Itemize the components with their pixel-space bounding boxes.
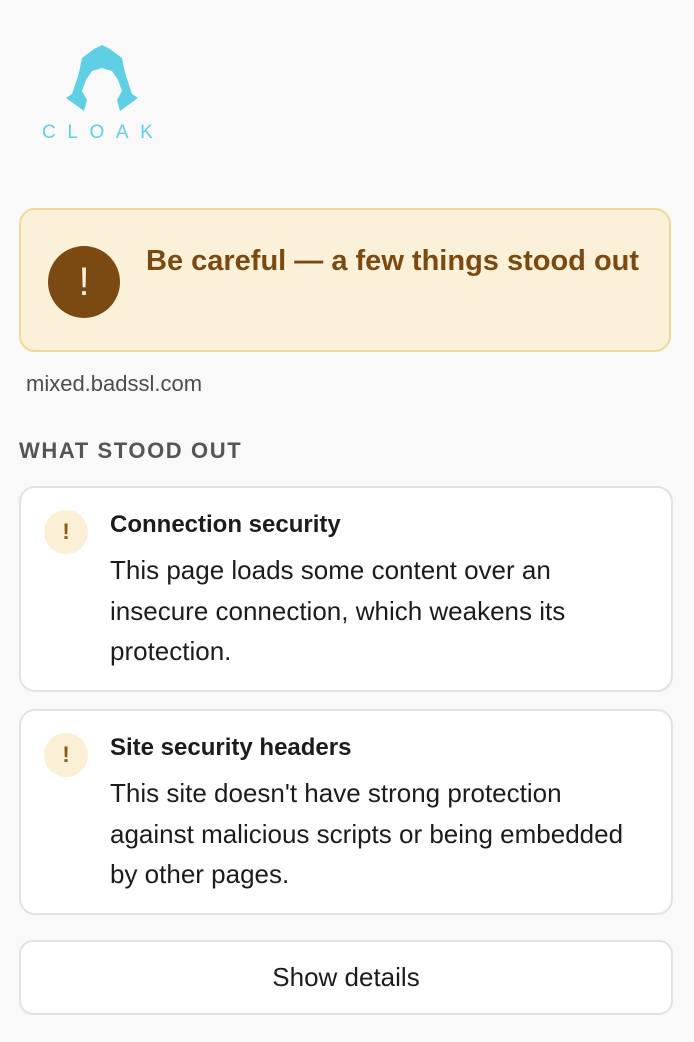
finding-description: This site doesn't have strong protection…: [110, 778, 624, 889]
findings-heading: WHAT STOOD OUT: [19, 438, 243, 463]
exclamation-icon: !: [44, 510, 88, 554]
cloak-logo: CLOAK: [40, 44, 164, 146]
exclamation-icon: !: [48, 246, 120, 318]
exclamation-icon: !: [44, 733, 88, 777]
show-details-button[interactable]: Show details: [19, 940, 673, 1015]
finding-card-connection-security: ! Connection security This page loads so…: [19, 486, 673, 692]
finding-card-security-headers: ! Site security headers This site doesn'…: [19, 709, 673, 915]
finding-title: Connection security: [110, 511, 341, 538]
finding-description: This page loads some content over an ins…: [110, 555, 566, 666]
banner-title: Be careful — a few things stood out: [146, 245, 640, 277]
logo-wordmark: CLOAK: [42, 122, 165, 143]
hooded-figure-icon: [66, 45, 138, 111]
site-domain: mixed.badssl.com: [26, 371, 203, 396]
finding-title: Site security headers: [110, 734, 352, 761]
warning-banner: ! Be careful — a few things stood out: [19, 208, 671, 352]
